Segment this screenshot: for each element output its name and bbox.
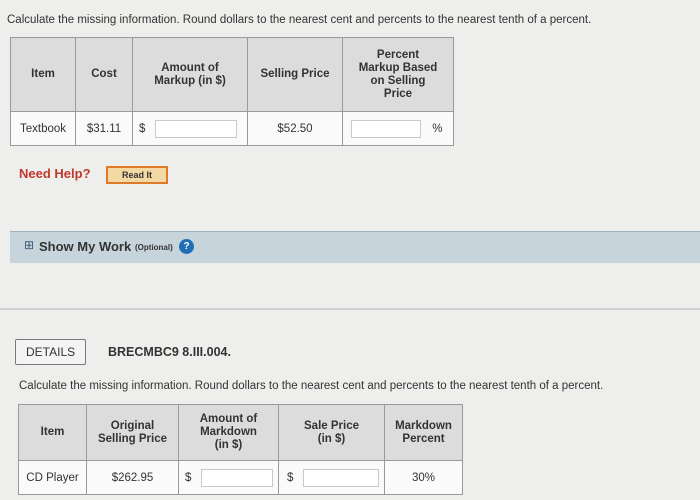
header-markdown-amount: Amount of Markdown (in $): [178, 404, 279, 461]
show-my-work-label[interactable]: Show My Work: [39, 239, 131, 254]
cell-item: Textbook: [10, 111, 76, 146]
markdown-amount-input[interactable]: [200, 468, 273, 487]
dollar-prefix: $: [139, 122, 146, 135]
instructions-1: Calculate the missing information. Round…: [7, 14, 592, 26]
markdown-table: Item Original Selling Price Amount of Ma…: [18, 404, 463, 495]
percent-markup-input[interactable]: [351, 119, 421, 138]
header-original-price: Original Selling Price: [86, 404, 179, 461]
problem-code: BRECMBC9 8.III.004.: [108, 345, 231, 359]
cell-original-price: $262.95: [86, 460, 179, 495]
help-icon[interactable]: ?: [179, 239, 194, 254]
header-item: Item: [10, 37, 76, 112]
instructions-2: Calculate the missing information. Round…: [19, 380, 604, 392]
header-percent-markup: Percent Markup Based on Selling Price: [342, 37, 454, 112]
cell-markdown: $: [178, 460, 279, 495]
header-markup-amount: Amount of Markup (in $): [132, 37, 248, 112]
header-selling-price: Selling Price: [247, 37, 343, 112]
cell-markup: $: [132, 111, 248, 146]
percent-suffix: %: [432, 122, 443, 135]
header-markdown-percent: Markdown Percent: [384, 404, 463, 461]
cell-selling-price: $52.50: [247, 111, 343, 146]
table-row: CD Player $262.95 $ $ 30%: [18, 460, 463, 495]
dollar-prefix: $: [287, 471, 294, 484]
section-divider: [0, 308, 700, 310]
header-item-2: Item: [18, 404, 87, 461]
details-button[interactable]: DETAILS: [15, 339, 87, 365]
table-row: Textbook $31.11 $ $52.50 %: [10, 111, 454, 146]
show-my-work-bar[interactable]: ⊞ Show My Work (Optional) ?: [10, 231, 700, 263]
header-cost: Cost: [75, 37, 133, 112]
cell-percent: %: [342, 111, 454, 146]
optional-label: (Optional): [135, 243, 173, 252]
cell-cost: $31.11: [75, 111, 133, 146]
cell-sale-price: $: [278, 460, 385, 495]
dollar-prefix: $: [185, 471, 192, 484]
cell-item-2: CD Player: [18, 460, 87, 495]
read-it-button[interactable]: Read It: [106, 166, 169, 184]
expand-icon[interactable]: ⊞: [24, 238, 34, 252]
markup-amount-input[interactable]: [154, 119, 237, 138]
markup-table: Item Cost Amount of Markup (in $) Sellin…: [10, 37, 454, 146]
header-sale-price: Sale Price (in $): [278, 404, 385, 461]
sale-price-input[interactable]: [302, 468, 379, 487]
cell-markdown-percent: 30%: [384, 460, 463, 495]
need-help-label: Need Help?: [19, 166, 91, 181]
